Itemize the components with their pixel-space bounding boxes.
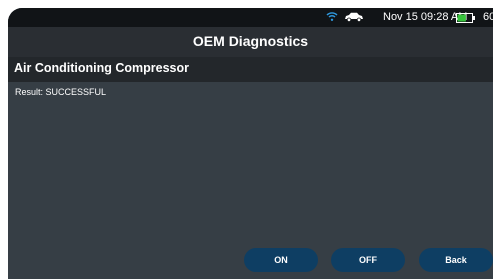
section-title: Air Conditioning Compressor	[14, 61, 189, 75]
wifi-icon	[326, 11, 338, 25]
car-icon	[344, 12, 364, 25]
battery-percent: 60%	[483, 11, 493, 23]
page-title: OEM Diagnostics	[192, 33, 309, 49]
status-time: Nov 15 09:28 AM	[383, 11, 468, 23]
device-screen: Nov 15 09:28 AM 60% OEM Diagnostics Air …	[8, 8, 493, 279]
app-header: OEM Diagnostics	[8, 27, 493, 57]
result-panel: Result: SUCCESSFUL ON OFF Back	[8, 82, 493, 279]
on-button[interactable]: ON	[244, 248, 318, 272]
status-bar: Nov 15 09:28 AM 60%	[8, 8, 493, 27]
result-text: Result: SUCCESSFUL	[15, 87, 107, 97]
off-button[interactable]: OFF	[331, 248, 405, 272]
battery-icon	[456, 13, 476, 26]
back-button[interactable]: Back	[419, 248, 493, 272]
section-header: Air Conditioning Compressor	[8, 57, 493, 82]
